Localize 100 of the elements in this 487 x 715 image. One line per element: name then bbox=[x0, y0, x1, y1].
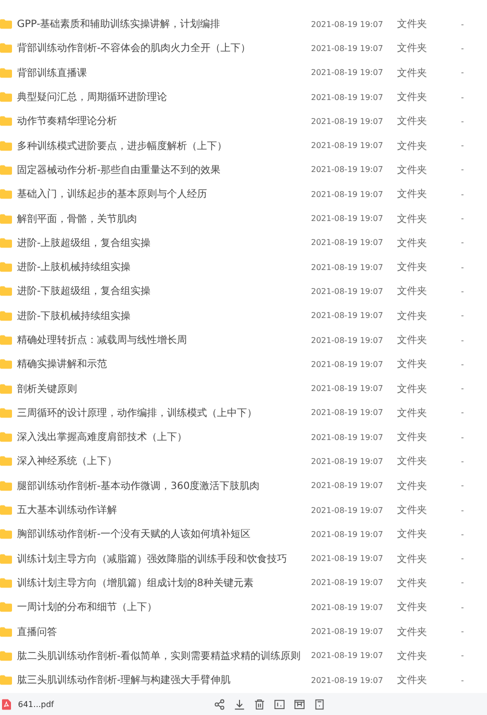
file-type: 文件夹 bbox=[397, 114, 427, 128]
share-icon[interactable] bbox=[214, 698, 225, 710]
file-name[interactable]: 三周循环的设计原理，动作编排，训练模式（上中下） bbox=[17, 406, 257, 420]
modified-date: 2021-08-19 19:07 bbox=[311, 190, 384, 199]
modified-date: 2021-08-19 19:07 bbox=[311, 92, 384, 102]
file-size: - bbox=[461, 554, 464, 564]
file-name[interactable]: 精确处理转折点：减载周与线性增长周 bbox=[17, 333, 187, 347]
file-size: - bbox=[461, 602, 464, 612]
file-name[interactable]: 训练计划主导方向（减脂篇）强效降脂的训练手段和饮食技巧 bbox=[17, 552, 287, 566]
file-name[interactable]: 深入神经系统（上下） bbox=[17, 454, 117, 468]
modified-date: 2021-08-19 19:07 bbox=[311, 554, 384, 564]
modified-date: 2021-08-19 19:07 bbox=[311, 432, 384, 442]
file-type: 文件夹 bbox=[397, 310, 427, 323]
file-size: - bbox=[461, 238, 464, 248]
file-name[interactable]: 动作节奏精华理论分析 bbox=[17, 114, 117, 128]
trash-icon[interactable] bbox=[254, 698, 265, 710]
modified-date: 2021-08-19 19:07 bbox=[311, 311, 384, 320]
modified-date: 2021-08-19 19:07 bbox=[311, 676, 384, 685]
folder-icon bbox=[0, 310, 12, 321]
modified-date: 2021-08-19 19:07 bbox=[311, 44, 384, 53]
file-size: - bbox=[461, 384, 464, 394]
file-name[interactable]: 典型疑问汇总，周期循环进阶理论 bbox=[17, 90, 167, 104]
file-size: - bbox=[461, 44, 464, 53]
modified-date: 2021-08-19 19:07 bbox=[311, 602, 384, 612]
folder-icon bbox=[0, 116, 12, 126]
folder-icon bbox=[0, 529, 12, 540]
file-size: - bbox=[461, 190, 464, 199]
file-type: 文件夹 bbox=[397, 480, 427, 493]
file-type: 文件夹 bbox=[397, 260, 427, 274]
file-name[interactable]: 深入浅出掌握高难度肩部技术（上下） bbox=[17, 430, 187, 444]
file-name[interactable]: 进阶-下肢超级组，复合组实操 bbox=[17, 284, 151, 298]
file-type: 文件夹 bbox=[397, 600, 427, 614]
file-size: - bbox=[461, 530, 464, 539]
file-name[interactable]: 多种训练模式进阶要点，进步幅度解析（上下） bbox=[17, 138, 227, 153]
file-name[interactable]: GPP-基础素质和辅助训练实操讲解，计划编排 bbox=[17, 17, 220, 32]
document-icon[interactable] bbox=[314, 698, 325, 710]
file-size: - bbox=[461, 262, 464, 272]
file-name[interactable]: 肱三头肌训练动作剖析-理解与构建强大手臂伸肌 bbox=[17, 673, 231, 688]
file-name[interactable]: 一周计划的分布和细节（上下） bbox=[17, 600, 157, 614]
file-type: 文件夹 bbox=[397, 212, 427, 226]
file-type: 文件夹 bbox=[397, 674, 427, 688]
file-name[interactable]: 背部训练直播课 bbox=[17, 66, 87, 80]
file-name[interactable]: 固定器械动作分析-那些自由重量达不到的效果 bbox=[17, 162, 221, 177]
modified-date: 2021-08-19 19:07 bbox=[311, 530, 384, 539]
modified-date: 2021-08-19 19:07 bbox=[311, 286, 384, 296]
folder-icon bbox=[0, 92, 12, 102]
file-name[interactable]: 训练计划主导方向（增肌篇）组成计划的8种关键元素 bbox=[17, 576, 254, 590]
modified-date: 2021-08-19 19:07 bbox=[311, 360, 384, 369]
file-name[interactable]: 精确实操讲解和示范 bbox=[17, 357, 107, 372]
folder-icon bbox=[0, 408, 12, 418]
file-type: 文件夹 bbox=[397, 164, 427, 177]
modified-date: 2021-08-19 19:07 bbox=[311, 262, 384, 272]
file-name[interactable]: 解剖平面，骨骼，关节肌肉 bbox=[17, 212, 137, 226]
file-name[interactable]: 腿部训练动作剖析-基本动作微调，360度激活下肢肌肉 bbox=[17, 478, 260, 493]
file-name[interactable]: 五大基本训练动作详解 bbox=[17, 503, 117, 518]
file-type: 文件夹 bbox=[397, 576, 427, 590]
file-type: 文件夹 bbox=[397, 66, 427, 80]
file-size: - bbox=[461, 627, 464, 636]
file-name[interactable]: 直播问答 bbox=[17, 624, 57, 639]
file-size: - bbox=[461, 578, 464, 588]
folder-icon bbox=[0, 214, 12, 224]
folder-icon bbox=[0, 675, 12, 686]
list-icon[interactable] bbox=[274, 698, 285, 710]
folder-icon bbox=[0, 286, 12, 296]
file-type: 文件夹 bbox=[397, 504, 427, 518]
file-size: - bbox=[461, 20, 464, 29]
file-name[interactable]: 剖析关键原则 bbox=[17, 382, 77, 396]
folder-icon bbox=[0, 384, 12, 394]
folder-icon bbox=[0, 432, 12, 442]
folder-icon bbox=[0, 68, 12, 78]
modified-date: 2021-08-19 19:07 bbox=[311, 456, 384, 466]
file-type: 文件夹 bbox=[397, 140, 427, 153]
modified-date: 2021-08-19 19:07 bbox=[311, 651, 384, 660]
file-size: - bbox=[461, 676, 464, 685]
file-size: - bbox=[461, 336, 464, 344]
file-name[interactable]: 进阶-下肢机械持续组实操 bbox=[17, 308, 131, 323]
file-name[interactable]: 基础入门，训练起步的基本原则与个人经历 bbox=[17, 187, 207, 202]
file-size: - bbox=[461, 141, 464, 150]
folder-icon bbox=[0, 480, 12, 491]
file-name[interactable]: 进阶-上肢机械持续组实操 bbox=[17, 260, 131, 274]
modified-date: 2021-08-19 19:07 bbox=[311, 627, 384, 636]
file-size: - bbox=[461, 456, 464, 466]
file-name[interactable]: 胸部训练动作剖析-一个没有天赋的人该如何填补短区 bbox=[17, 527, 251, 542]
modified-date: 2021-08-19 19:07 bbox=[311, 20, 384, 29]
download-icon[interactable] bbox=[234, 698, 245, 710]
folder-icon bbox=[0, 456, 12, 466]
file-name[interactable]: 肱二头肌训练动作剖析-看似简单，实则需要精益求精的训练原则 bbox=[17, 648, 301, 663]
folder-icon bbox=[0, 164, 12, 175]
modified-date: 2021-08-19 19:07 bbox=[311, 141, 384, 150]
file-name[interactable]: 641...pdf bbox=[18, 700, 54, 708]
file-name[interactable]: 进阶-上肢超级组，复合组实操 bbox=[17, 236, 151, 250]
file-type: 文件夹 bbox=[397, 382, 427, 396]
folder-icon bbox=[0, 505, 12, 516]
grid-icon[interactable] bbox=[294, 698, 305, 710]
modified-date: 2021-08-19 19:07 bbox=[311, 165, 384, 174]
modified-date: 2021-08-19 19:07 bbox=[311, 68, 384, 78]
file-name[interactable]: 背部训练动作剖析-不容体会的肌肉火力全开（上下） bbox=[17, 41, 251, 56]
modified-date: 2021-08-19 19:07 bbox=[311, 336, 384, 344]
modified-date: 2021-08-19 19:07 bbox=[311, 481, 384, 490]
folder-icon bbox=[0, 554, 12, 564]
